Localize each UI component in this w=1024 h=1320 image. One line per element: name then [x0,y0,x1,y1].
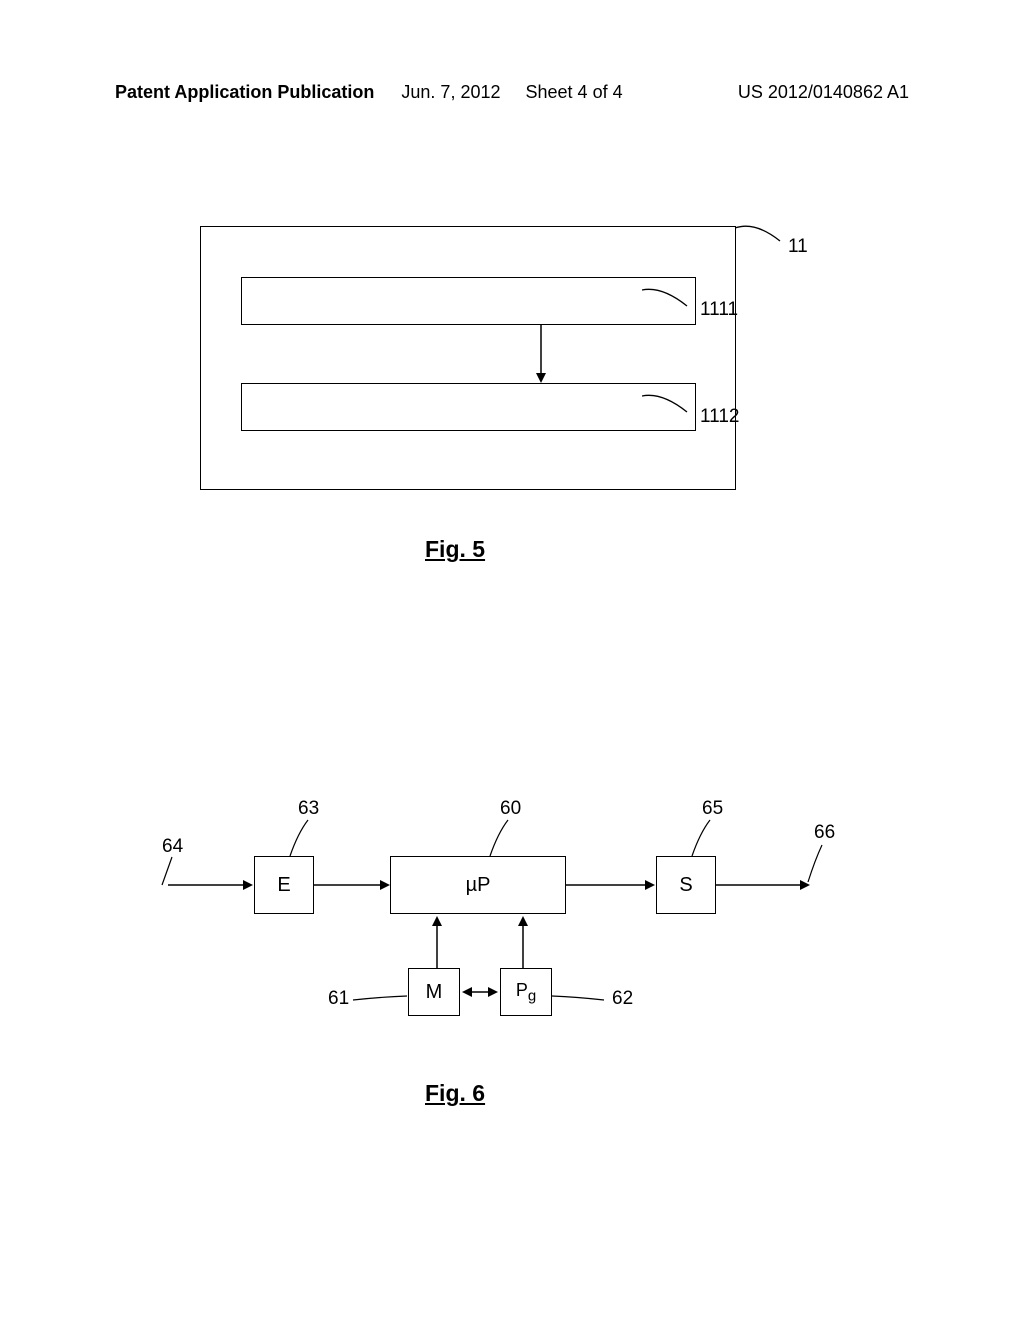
fig6-label-62: 62 [612,988,633,1010]
page-header: Patent Application Publication Jun. 7, 2… [0,82,1024,103]
fig6-box-e: E [254,856,314,914]
fig6-label-64: 64 [162,836,183,858]
figure-6: E µP S M Pg 64 63 60 65 66 61 62 [150,800,870,1000]
fig6-box-pg: Pg [500,968,552,1016]
fig5-leader-1112 [642,390,702,430]
fig5-arrow-icon [531,325,551,385]
fig6-box-pg-label: Pg [516,980,536,1005]
fig5-label-1111: 1111 [700,299,738,321]
fig6-box-e-label: E [277,874,290,897]
header-publication-type: Patent Application Publication [115,82,374,103]
header-date-sheet: Jun. 7, 2012 Sheet 4 of 4 [401,82,622,103]
fig5-caption: Fig. 5 [425,536,485,563]
figure-5: 11 1111 1112 [200,226,736,490]
fig6-box-s: S [656,856,716,914]
fig5-leader-11 [735,216,795,256]
fig6-label-63: 63 [298,798,319,820]
fig5-inner-box-2 [241,383,696,431]
fig5-inner-box-1 [241,277,696,325]
fig5-outer-box [200,226,736,490]
fig6-label-65: 65 [702,798,723,820]
fig6-box-s-label: S [679,874,692,897]
fig5-label-1112: 1112 [700,406,739,428]
fig6-box-m-label: M [426,981,443,1004]
fig5-label-11: 11 [788,236,808,258]
header-date: Jun. 7, 2012 [401,82,500,102]
fig5-leader-1111 [642,284,702,324]
fig6-label-66: 66 [814,822,835,844]
header-pubno: US 2012/0140862 A1 [738,82,909,103]
fig6-label-60: 60 [500,798,521,820]
fig6-box-up-label: µP [466,874,491,897]
fig6-label-61: 61 [328,988,349,1010]
header-sheet: Sheet 4 of 4 [526,82,623,102]
fig6-box-m: M [408,968,460,1016]
fig6-box-up: µP [390,856,566,914]
fig6-flow-lines [150,800,870,1100]
fig6-caption: Fig. 6 [425,1080,485,1107]
